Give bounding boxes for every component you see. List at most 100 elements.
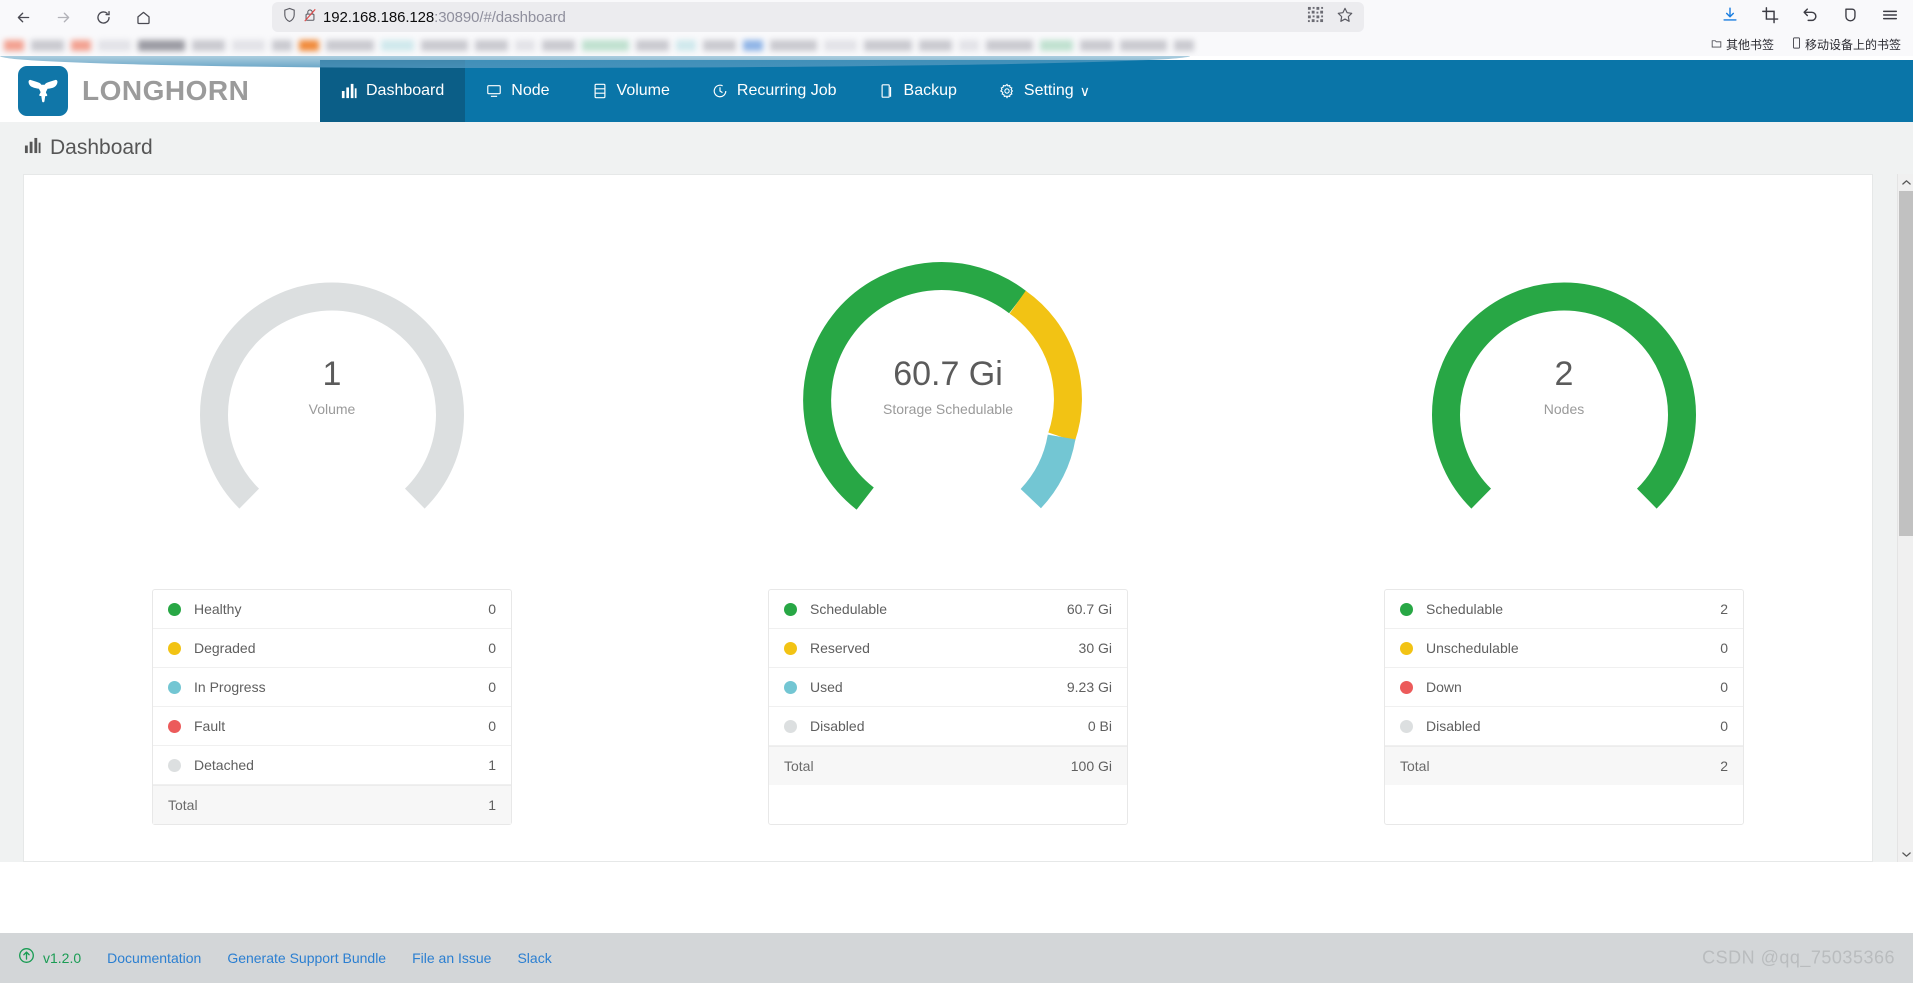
back-button[interactable] xyxy=(4,0,42,34)
other-bookmarks-folder[interactable]: 其他书签 xyxy=(1711,36,1774,53)
app-top-navigation: LONGHORN Dashboard Node Volume Recurring… xyxy=(0,60,1913,122)
scroll-down-arrow-icon[interactable] xyxy=(1898,846,1913,862)
list-item[interactable]: Healthy 0 xyxy=(153,590,511,629)
address-bar[interactable]: 192.168.186.128:30890/#/dashboard xyxy=(272,2,1364,32)
scrollbar-thumb[interactable] xyxy=(1899,191,1913,536)
nav-item-node[interactable]: Node xyxy=(465,60,570,122)
list-item[interactable]: In Progress 0 xyxy=(153,668,511,707)
nav-item-dashboard[interactable]: Dashboard xyxy=(320,60,466,122)
legend-label: Degraded xyxy=(194,640,256,656)
legend-label: Disabled xyxy=(810,718,865,734)
copy-icon xyxy=(879,83,895,99)
legend-label: Disabled xyxy=(1426,718,1481,734)
status-dot-schedulable xyxy=(1400,602,1413,616)
home-button[interactable] xyxy=(124,0,162,34)
chart-bar-icon xyxy=(341,83,357,99)
gear-icon xyxy=(999,83,1015,99)
vertical-scrollbar[interactable] xyxy=(1897,174,1913,862)
list-item[interactable]: Down 0 xyxy=(1385,668,1743,707)
url-text: 192.168.186.128:30890/#/dashboard xyxy=(323,9,566,26)
gauge-nodes: 2 Nodes xyxy=(1256,197,1872,567)
legend-col-volume: Healthy 0 Degraded 0 In Progress 0 Fault… xyxy=(24,589,640,825)
gauge-nodes-center: 2 Nodes xyxy=(1364,355,1764,416)
footer-link-generate-support-bundle[interactable]: Generate Support Bundle xyxy=(227,950,386,966)
gauges-row: 1 Volume 60.7 Gi Storage Schedulable 2 N… xyxy=(24,175,1872,567)
legend-col-storage: Schedulable 60.7 Gi Reserved 30 Gi Used … xyxy=(640,589,1256,825)
undo-button[interactable] xyxy=(1793,2,1827,32)
undo-icon xyxy=(1801,6,1819,29)
legend-value: 30 Gi xyxy=(1078,640,1112,656)
legend-box-nodes: Schedulable 2 Unschedulable 0 Down 0 Dis… xyxy=(1384,589,1744,825)
list-item[interactable]: Degraded 0 xyxy=(153,629,511,668)
longhorn-app: LONGHORN Dashboard Node Volume Recurring… xyxy=(0,56,1913,983)
insecure-lock-icon[interactable] xyxy=(303,7,317,28)
mobile-bookmarks-folder[interactable]: 移动设备上的书签 xyxy=(1792,36,1901,53)
status-dot-disabled xyxy=(784,719,797,733)
brand-label: LONGHORN xyxy=(82,75,250,106)
nav-item-recurring-job[interactable]: Recurring Job xyxy=(691,60,858,122)
list-item[interactable]: Unschedulable 0 xyxy=(1385,629,1743,668)
page-title: Dashboard xyxy=(50,136,153,159)
shield-icon[interactable] xyxy=(282,7,297,28)
legend-total-row: Total 1 xyxy=(153,785,511,824)
footer-link-file-an-issue[interactable]: File an Issue xyxy=(412,950,491,966)
reload-button[interactable] xyxy=(84,0,122,34)
downloads-button[interactable] xyxy=(1713,2,1747,32)
forward-button[interactable] xyxy=(44,0,82,34)
browser-nav-buttons xyxy=(4,0,162,34)
dashboard-card: 1 Volume 60.7 Gi Storage Schedulable 2 N… xyxy=(23,174,1873,862)
nav-item-volume[interactable]: Volume xyxy=(571,60,691,122)
list-item[interactable]: Schedulable 60.7 Gi xyxy=(769,590,1127,629)
list-item[interactable]: Disabled 0 Bi xyxy=(769,707,1127,746)
legend-box-volume: Healthy 0 Degraded 0 In Progress 0 Fault… xyxy=(152,589,512,825)
other-bookmarks-label: 其他书签 xyxy=(1725,38,1774,52)
url-path: :30890/#/dashboard xyxy=(434,8,566,26)
app-footer: v1.2.0 Documentation Generate Support Bu… xyxy=(0,933,1913,983)
star-icon[interactable] xyxy=(1336,6,1354,29)
legend-value: 0 xyxy=(488,718,496,734)
url-host: 192.168.186.128 xyxy=(323,8,435,26)
legend-label: Detached xyxy=(194,757,254,773)
dashboard-content: 1 Volume 60.7 Gi Storage Schedulable 2 N… xyxy=(0,174,1913,862)
brand-area[interactable]: LONGHORN xyxy=(0,60,320,122)
status-dot-disabled xyxy=(1400,719,1413,733)
screenshot-button[interactable] xyxy=(1753,2,1787,32)
pocket-icon xyxy=(1841,6,1859,29)
legend-value: 0 xyxy=(488,601,496,617)
legend-total-label: Total xyxy=(168,797,198,813)
gauge-storage-center: 60.7 Gi Storage Schedulable xyxy=(748,355,1148,416)
blurred-bookmark-items[interactable] xyxy=(4,34,1195,56)
gauge-volume-label: Volume xyxy=(308,400,356,417)
gauge-storage: 60.7 Gi Storage Schedulable xyxy=(640,197,1256,567)
pocket-button[interactable] xyxy=(1833,2,1867,32)
footer-link-slack[interactable]: Slack xyxy=(517,950,551,966)
status-dot-schedulable xyxy=(784,602,797,616)
list-item[interactable]: Disabled 0 xyxy=(1385,707,1743,746)
mobile-device-icon xyxy=(1792,37,1801,52)
upgrade-arrow-icon xyxy=(18,947,35,969)
version-area[interactable]: v1.2.0 xyxy=(18,947,81,969)
list-item[interactable]: Used 9.23 Gi xyxy=(769,668,1127,707)
screenshot-icon xyxy=(1761,6,1779,29)
nav-label-node: Node xyxy=(511,82,550,99)
list-item[interactable]: Fault 0 xyxy=(153,707,511,746)
status-dot-in-progress xyxy=(168,680,181,694)
list-item[interactable]: Reserved 30 Gi xyxy=(769,629,1127,668)
qr-code-icon[interactable] xyxy=(1307,6,1324,28)
legend-label: Reserved xyxy=(810,640,870,656)
gauge-volume: 1 Volume xyxy=(24,197,640,567)
gauge-storage-value: 60.7 Gi xyxy=(893,355,1003,393)
list-item[interactable]: Detached 1 xyxy=(153,746,511,785)
legend-label: In Progress xyxy=(194,679,266,695)
legend-label: Unschedulable xyxy=(1426,640,1519,656)
scroll-up-arrow-icon[interactable] xyxy=(1898,174,1913,190)
gauge-nodes-value: 2 xyxy=(1554,355,1574,393)
footer-link-documentation[interactable]: Documentation xyxy=(107,950,201,966)
menu-button[interactable] xyxy=(1873,2,1907,32)
nav-item-backup[interactable]: Backup xyxy=(858,60,978,122)
legend-value: 0 xyxy=(488,640,496,656)
list-item[interactable]: Schedulable 2 xyxy=(1385,590,1743,629)
gauge-volume-center: 1 Volume xyxy=(132,356,532,417)
legend-value: 0 xyxy=(1720,640,1728,656)
nav-item-setting[interactable]: Setting ∨ xyxy=(978,60,1111,122)
